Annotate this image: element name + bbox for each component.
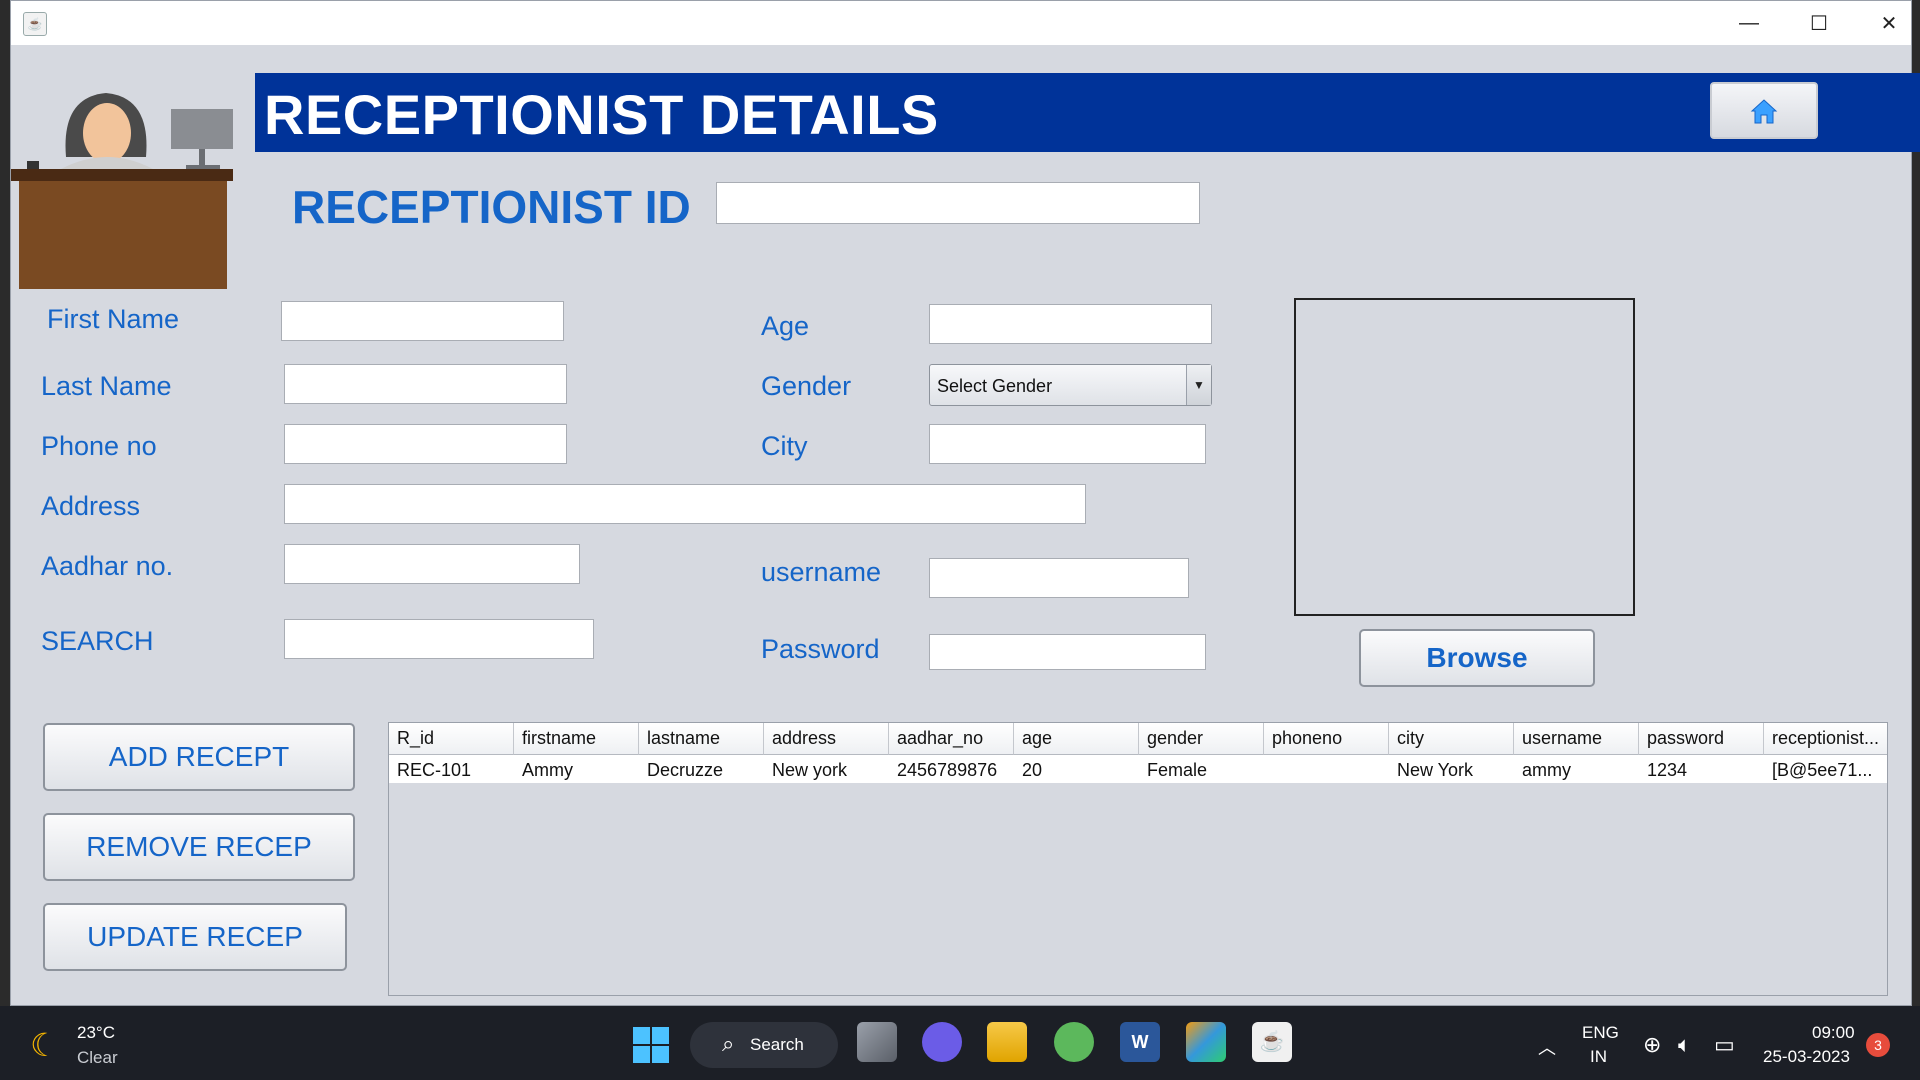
first-name-label: First Name [47,304,180,334]
age-label: Age [761,311,810,341]
maximize-button[interactable]: ☐ [1784,1,1854,45]
last-name-input[interactable] [284,364,567,404]
minimize-button[interactable]: — [1714,1,1784,45]
username-input[interactable] [929,558,1189,598]
column-header-firstname[interactable]: firstname [514,723,639,755]
table-cell[interactable]: 2456789876 [889,755,1014,783]
file-explorer-icon[interactable] [987,1022,1027,1062]
table-cell[interactable]: New york [764,755,889,783]
table-cell[interactable]: Female [1139,755,1264,783]
address-label: Address [41,491,141,521]
table-cell[interactable] [1264,755,1389,783]
chevron-up-icon[interactable]: ︿ [1538,1034,1556,1060]
gender-select-value: Select Gender [937,376,1053,396]
table-cell[interactable]: ammy [1514,755,1639,783]
column-header-username[interactable]: username [1514,723,1639,755]
city-input[interactable] [929,424,1206,464]
language-indicator-bottom[interactable]: IN [1590,1047,1607,1067]
column-header-r-id[interactable]: R_id [389,723,514,755]
language-indicator-top[interactable]: ENG [1582,1023,1619,1043]
password-input[interactable] [929,634,1206,670]
teams-chat-icon[interactable] [922,1022,962,1062]
table-cell[interactable]: Decruzze [639,755,764,783]
aadhar-input[interactable] [284,544,580,584]
netbeans-icon[interactable] [1186,1022,1226,1062]
receptionist-id-input[interactable] [716,182,1200,224]
table-cell[interactable]: 1234 [1639,755,1764,783]
column-header-password[interactable]: password [1639,723,1764,755]
search-label: SEARCH [41,626,154,656]
taskbar-search-label: Search [750,1035,804,1054]
password-label: Password [761,634,880,664]
search-icon: ⌕ [722,1031,735,1056]
column-header-receptionist-photo[interactable]: receptionist... [1764,723,1887,755]
column-header-age[interactable]: age [1014,723,1139,755]
remove-receptionist-button[interactable]: REMOVE RECEP [43,813,355,881]
address-input[interactable] [284,484,1086,524]
volume-icon[interactable]: 🔈︎ [1678,1032,1691,1058]
battery-icon[interactable]: ▭ [1714,1032,1735,1058]
aadhar-label: Aadhar no. [41,551,174,581]
moon-icon: ☾ [30,1027,59,1063]
column-header-gender[interactable]: gender [1139,723,1264,755]
column-header-phoneno[interactable]: phoneno [1264,723,1389,755]
table-row[interactable]: REC-101 Ammy Decruzze New york 245678987… [389,755,1887,783]
table-cell[interactable]: New York [1389,755,1514,783]
column-header-aadhar-no[interactable]: aadhar_no [889,723,1014,755]
taskbar-search-button[interactable]: ⌕ Search [690,1022,838,1068]
page-title: RECEPTIONIST DETAILS [264,83,939,146]
photo-preview [1294,298,1635,616]
table-cell[interactable]: Ammy [514,755,639,783]
phone-label: Phone no [41,431,157,461]
receptionist-illustration [11,93,233,289]
chevron-down-icon[interactable]: ▼ [1186,365,1211,405]
column-header-address[interactable]: address [764,723,889,755]
home-button[interactable] [1710,82,1818,139]
table-cell[interactable]: REC-101 [389,755,514,783]
city-label: City [761,431,808,461]
weather-temperature[interactable]: 23°C [77,1023,115,1043]
word-icon[interactable]: W [1120,1022,1160,1062]
notification-badge[interactable]: 3 [1866,1033,1890,1057]
browse-button[interactable]: Browse [1359,629,1595,687]
home-icon [1750,98,1778,123]
add-receptionist-button[interactable]: ADD RECEPT [43,723,355,791]
gender-label: Gender [761,371,852,401]
title-bar: ☕ — ☐ ✕ [11,1,1911,45]
java-icon[interactable]: ☕ [1252,1022,1292,1062]
update-receptionist-button[interactable]: UPDATE RECEP [43,903,347,971]
table-cell[interactable]: 20 [1014,755,1139,783]
java-app-icon: ☕ [23,12,47,36]
table-cell[interactable]: [B@5ee71... [1764,755,1887,783]
clock-date[interactable]: 25-03-2023 [1763,1047,1850,1067]
clock-time[interactable]: 09:00 [1812,1023,1855,1043]
phone-input[interactable] [284,424,567,464]
weather-condition[interactable]: Clear [77,1048,118,1068]
username-label: username [761,557,882,587]
first-name-input[interactable] [281,301,564,341]
spring-tool-icon[interactable] [1054,1022,1094,1062]
column-header-city[interactable]: city [1389,723,1514,755]
close-button[interactable]: ✕ [1854,1,1920,45]
last-name-label: Last Name [41,371,172,401]
receptionist-table[interactable]: R_id firstname lastname address aadhar_n… [388,722,1888,996]
column-header-lastname[interactable]: lastname [639,723,764,755]
task-view-icon[interactable] [857,1022,897,1062]
receptionist-id-label: RECEPTIONIST ID [292,181,691,233]
age-input[interactable] [929,304,1212,344]
search-input[interactable] [284,619,594,659]
network-icon[interactable]: ⊕ [1643,1032,1661,1058]
gender-select[interactable]: Select Gender ▼ [929,364,1212,406]
start-icon[interactable] [633,1027,669,1063]
